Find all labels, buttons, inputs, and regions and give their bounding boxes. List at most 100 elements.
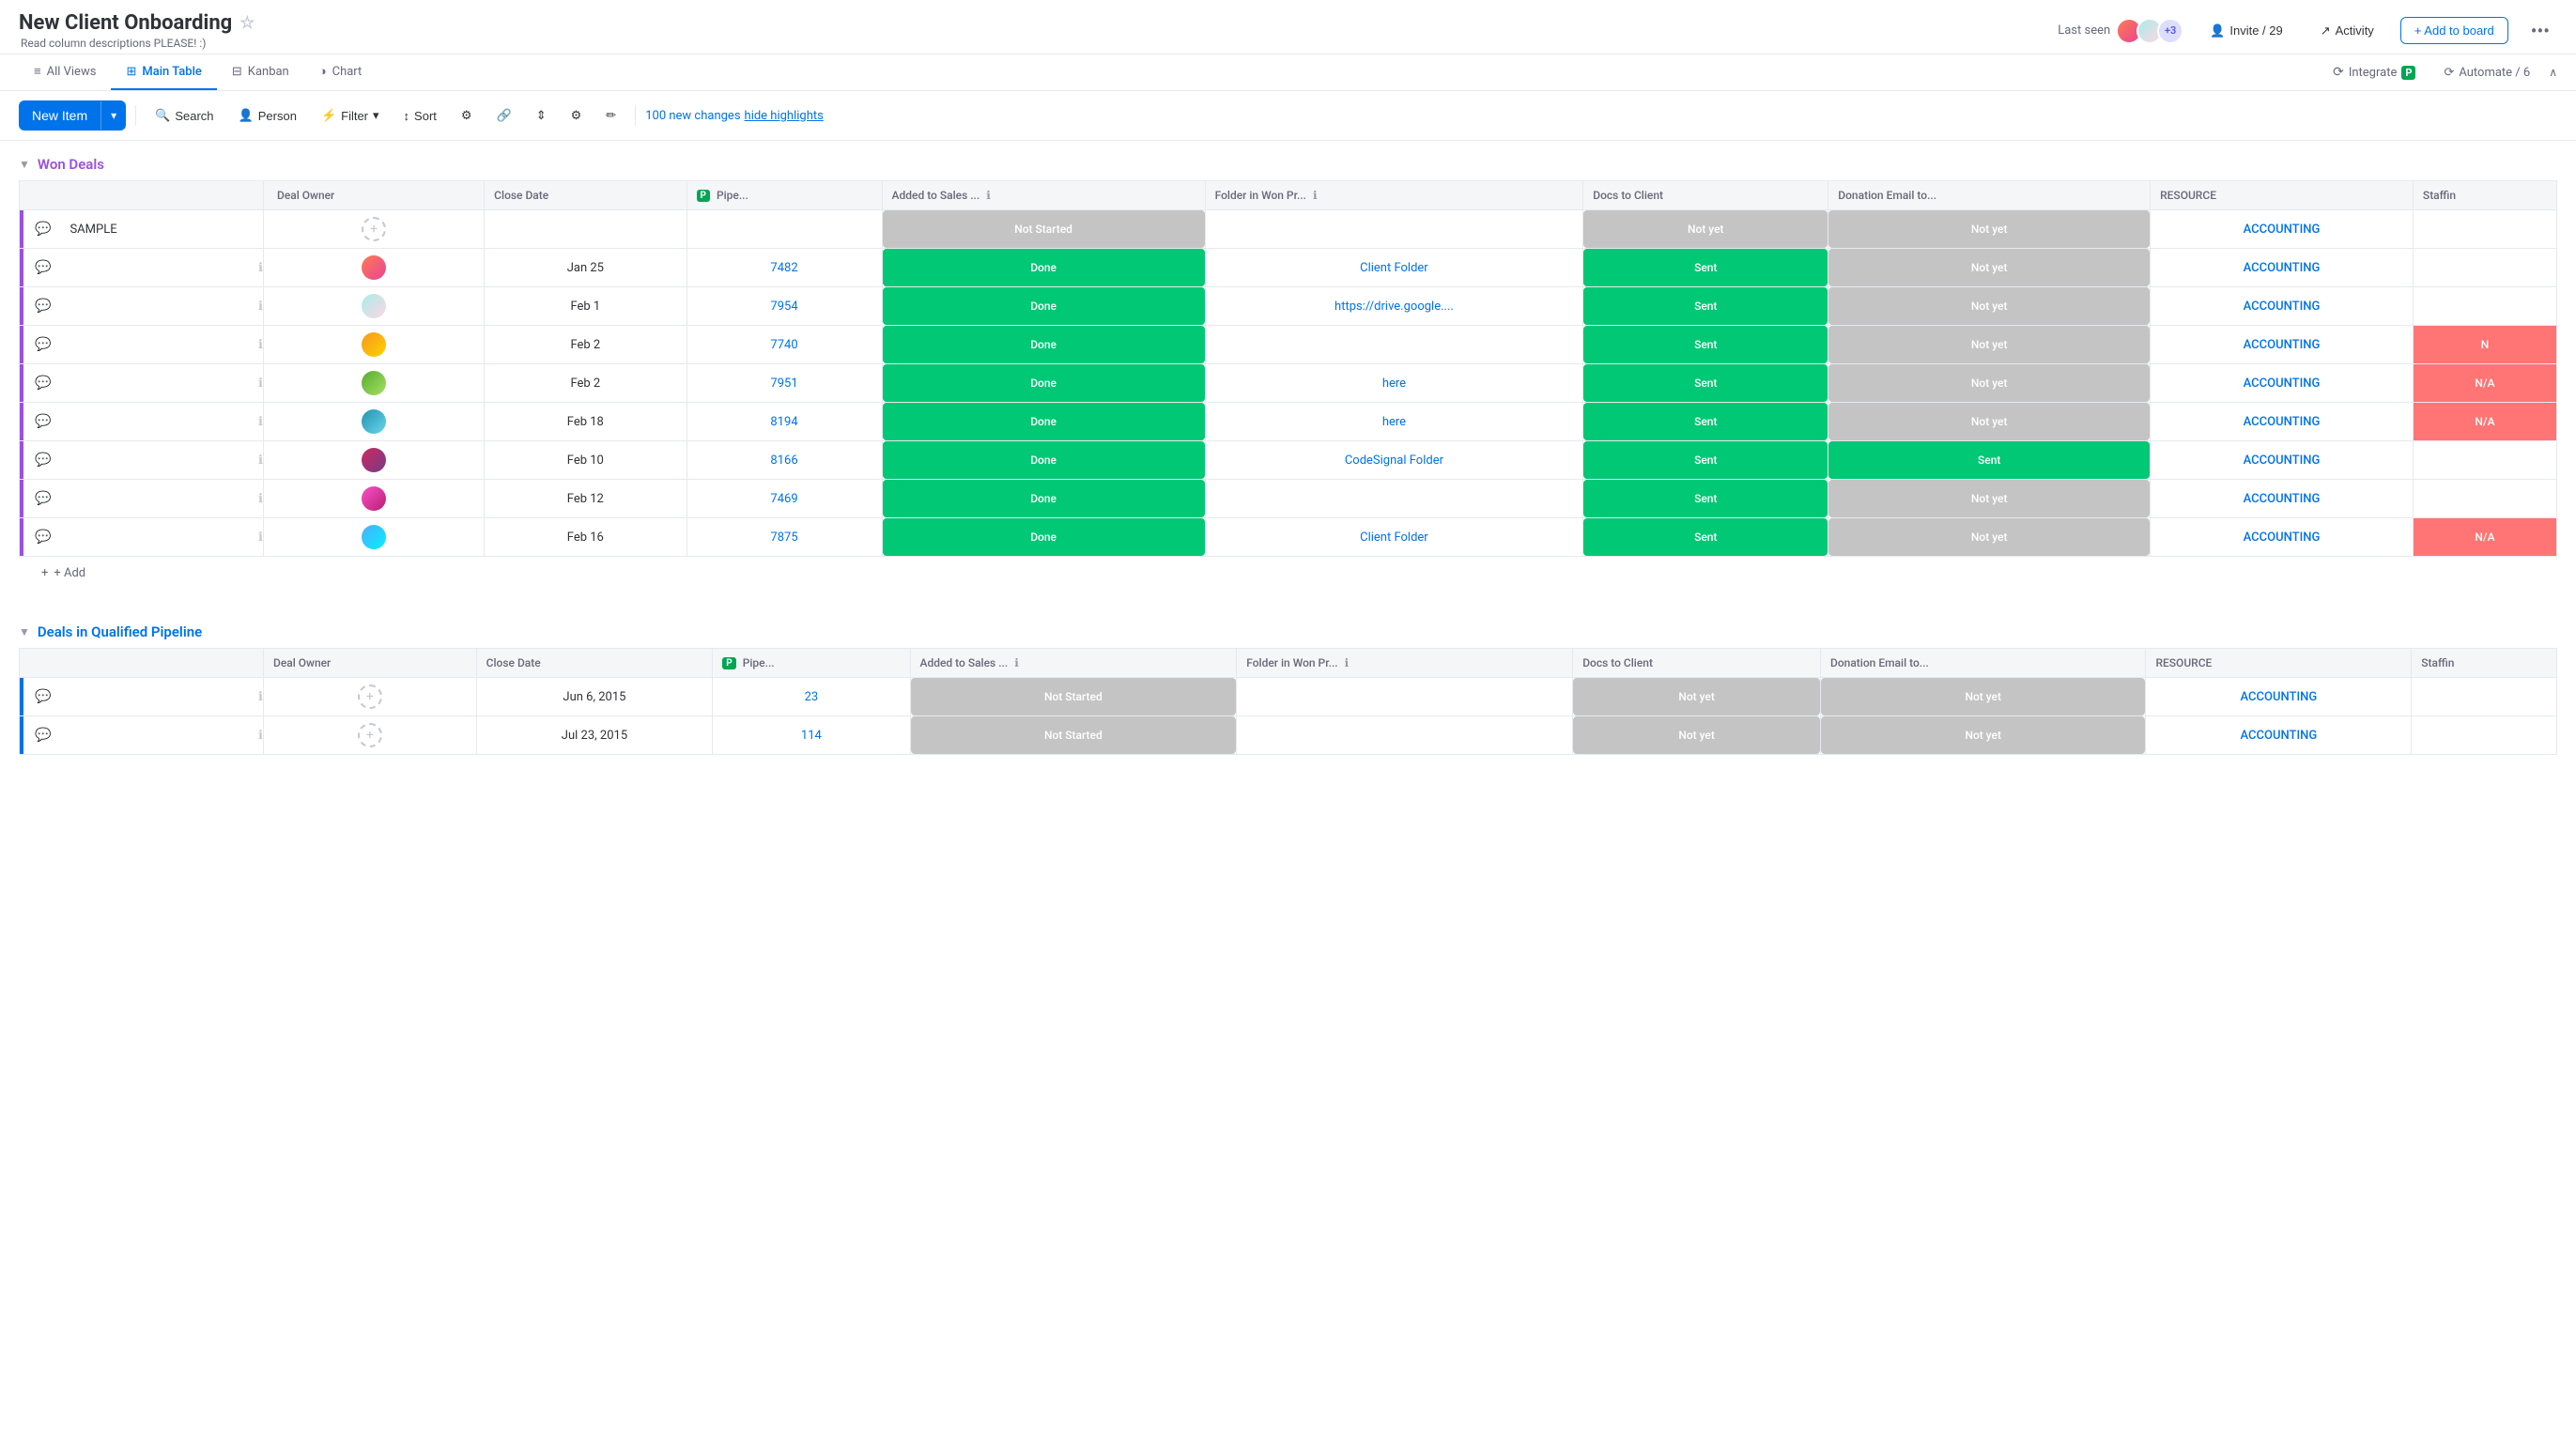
person-cell[interactable] — [264, 371, 484, 395]
pipeline-value[interactable] — [687, 223, 882, 235]
more-options-button[interactable]: ••• — [2523, 16, 2557, 46]
date-value[interactable]: Feb 16 — [485, 525, 686, 550]
resource-link[interactable]: ACCOUNTING — [2244, 300, 2321, 314]
person-cell[interactable] — [264, 409, 484, 434]
date-value[interactable]: Jul 23, 2015 — [477, 723, 713, 748]
resource-link[interactable]: ACCOUNTING — [2244, 530, 2321, 545]
resource-value[interactable]: ACCOUNTING — [2151, 409, 2413, 435]
star-icon[interactable]: ☆ — [239, 13, 255, 33]
person-cell[interactable]: + — [264, 684, 476, 709]
new-item-button[interactable]: New Item ▾ — [19, 100, 126, 131]
resource-value[interactable]: ACCOUNTING — [2151, 217, 2413, 242]
comment-icon[interactable]: 💬 — [35, 728, 51, 743]
pipeline-value[interactable]: 8166 — [687, 448, 882, 473]
donation-email-status[interactable]: Not yet — [1828, 326, 2150, 363]
add-to-board-button[interactable]: + Add to board — [2400, 17, 2508, 44]
resource-value[interactable]: ACCOUNTING — [2151, 525, 2413, 550]
pipeline-value[interactable]: 23 — [713, 684, 909, 710]
person-cell[interactable] — [264, 486, 484, 511]
item-name-text[interactable] — [60, 300, 253, 312]
donation-email-status[interactable]: Not yet — [1828, 287, 2150, 325]
tab-all-views[interactable]: ≡ All Views — [19, 54, 111, 90]
folder-won-value[interactable]: here — [1206, 409, 1583, 435]
search-button[interactable]: 🔍 Search — [146, 102, 223, 129]
person-button[interactable]: 👤 Person — [229, 102, 306, 129]
donation-email-status[interactable]: Not yet — [1828, 403, 2150, 440]
comment-icon[interactable]: 💬 — [35, 491, 51, 506]
resource-value[interactable]: ACCOUNTING — [2151, 255, 2413, 281]
docs-client-status[interactable]: Not yet — [1583, 210, 1828, 248]
pipeline-value[interactable]: 114 — [713, 723, 909, 748]
pipeline-link[interactable]: 7954 — [697, 300, 872, 314]
docs-client-status[interactable]: Not yet — [1573, 678, 1820, 715]
folder-won-value[interactable]: here — [1206, 371, 1583, 396]
date-value[interactable]: Jan 25 — [485, 255, 686, 281]
resource-link[interactable]: ACCOUNTING — [2244, 377, 2321, 391]
hide-button[interactable]: ⚙ — [452, 102, 482, 129]
item-name-text[interactable] — [60, 339, 253, 350]
folder-link[interactable]: CodeSignal Folder — [1345, 454, 1443, 468]
pipeline-value[interactable]: 7954 — [687, 294, 882, 319]
comment-icon[interactable]: 💬 — [35, 337, 51, 352]
pipeline-value[interactable]: 7951 — [687, 371, 882, 396]
item-name-text[interactable] — [60, 691, 253, 702]
item-name-text[interactable] — [60, 493, 253, 504]
resource-link[interactable]: ACCOUNTING — [2244, 338, 2321, 352]
comment-icon[interactable]: 💬 — [35, 222, 51, 237]
person-cell[interactable] — [264, 525, 484, 549]
resource-value[interactable]: ACCOUNTING — [2151, 371, 2413, 396]
person-cell[interactable] — [264, 448, 484, 472]
comment-icon[interactable]: 💬 — [35, 453, 51, 468]
invite-button[interactable]: 👤 Invite / 29 — [2198, 18, 2294, 44]
item-name-text[interactable] — [60, 262, 253, 273]
added-sales-status[interactable]: Done — [883, 249, 1205, 286]
resource-value[interactable]: ACCOUNTING — [2151, 486, 2413, 512]
item-name-text[interactable]: SAMPLE — [60, 217, 263, 242]
date-value[interactable]: Feb 2 — [485, 371, 686, 396]
comment-icon[interactable]: 💬 — [35, 299, 51, 314]
pipeline-link[interactable]: 8194 — [697, 415, 872, 429]
collapse-icon[interactable]: ∧ — [2549, 66, 2557, 79]
item-name-text[interactable] — [60, 531, 253, 543]
added-sales-status[interactable]: Not Started — [911, 678, 1237, 715]
pipeline-link[interactable]: 7951 — [697, 377, 872, 391]
folder-link[interactable]: here — [1382, 377, 1406, 391]
added-sales-status[interactable]: Not Started — [883, 210, 1205, 248]
donation-email-status[interactable]: Sent — [1828, 441, 2150, 479]
resource-value[interactable]: ACCOUNTING — [2151, 332, 2413, 358]
person-cell[interactable] — [264, 332, 484, 357]
folder-link[interactable]: https://drive.google.... — [1334, 300, 1454, 314]
new-item-label[interactable]: New Item — [19, 100, 100, 131]
added-sales-status[interactable]: Done — [883, 403, 1205, 440]
added-sales-status[interactable]: Done — [883, 518, 1205, 556]
pipeline-link[interactable]: 7482 — [697, 261, 872, 275]
pipeline-link[interactable]: 7469 — [697, 492, 872, 506]
item-name-text[interactable] — [60, 730, 253, 741]
resource-link[interactable]: ACCOUNTING — [2241, 690, 2318, 704]
pipeline-value[interactable]: 7875 — [687, 525, 882, 550]
donation-email-status[interactable]: Not yet — [1821, 678, 2145, 715]
pipeline-link[interactable]: 7740 — [697, 338, 872, 352]
person-cell[interactable] — [264, 294, 484, 318]
resource-value[interactable]: ACCOUNTING — [2151, 294, 2413, 319]
docs-client-status[interactable]: Sent — [1583, 364, 1828, 402]
activity-button[interactable]: ↗ Activity — [2309, 18, 2385, 44]
tab-main-table[interactable]: ⊞ Main Table — [111, 55, 216, 90]
added-sales-status[interactable]: Done — [883, 287, 1205, 325]
docs-client-status[interactable]: Sent — [1583, 249, 1828, 286]
docs-client-status[interactable]: Sent — [1583, 403, 1828, 440]
automate-button[interactable]: ⟳ Automate / 6 — [2434, 61, 2539, 85]
donation-email-status[interactable]: Not yet — [1828, 210, 2150, 248]
pipeline-value[interactable]: 7482 — [687, 255, 882, 281]
date-value[interactable]: Feb 2 — [485, 332, 686, 358]
docs-client-status[interactable]: Not yet — [1573, 716, 1820, 754]
link-button[interactable]: 🔗 — [487, 102, 521, 129]
date-value[interactable]: Feb 10 — [485, 448, 686, 473]
row-height-button[interactable]: ⇕ — [527, 102, 556, 129]
donation-email-status[interactable]: Not yet — [1828, 480, 2150, 517]
add-row-button-won[interactable]: + + Add — [19, 557, 2557, 580]
folder-won-value[interactable]: CodeSignal Folder — [1206, 448, 1583, 473]
folder-won-value[interactable] — [1206, 493, 1583, 504]
folder-link[interactable]: here — [1382, 415, 1406, 429]
group-won-deals-toggle[interactable]: ▼ — [19, 158, 30, 171]
